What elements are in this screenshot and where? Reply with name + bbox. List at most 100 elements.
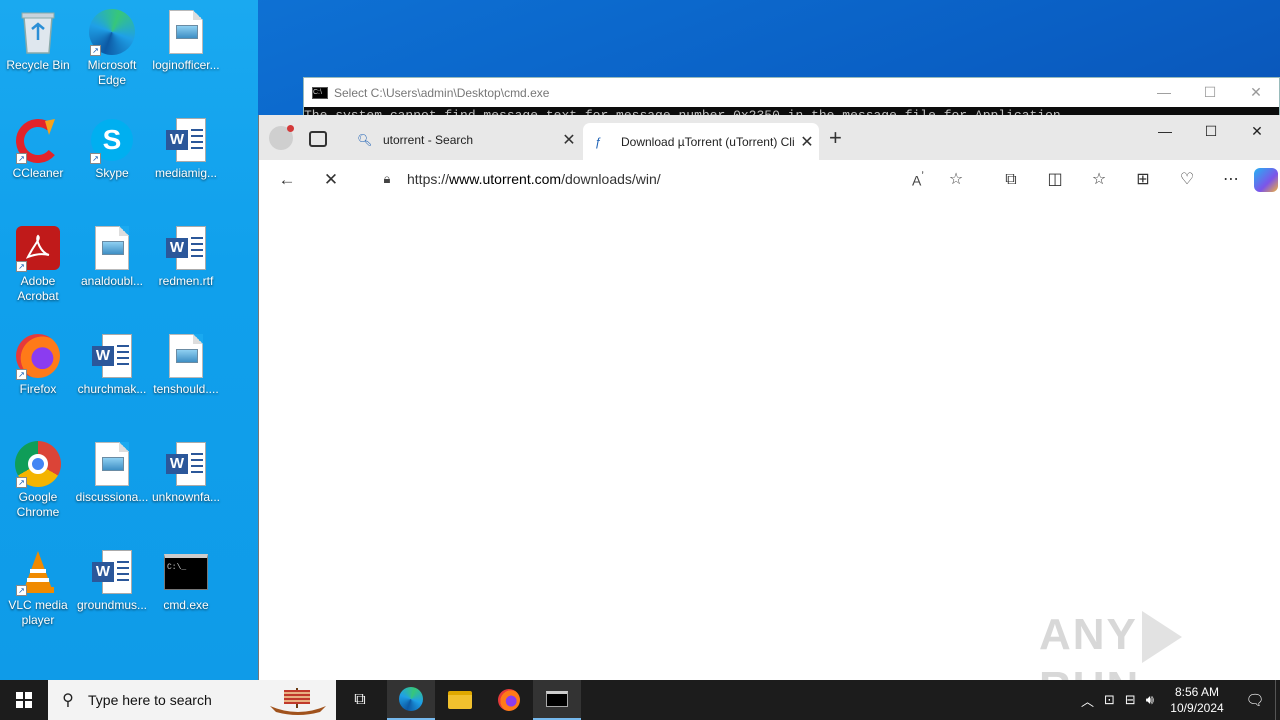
recycle-bin-icon: [14, 8, 62, 56]
search-icon: ⚲: [62, 692, 74, 709]
word-doc-icon: W: [162, 440, 210, 488]
desktop-icon-microsoft-edge[interactable]: ↗ Microsoft Edge: [74, 8, 150, 88]
cmd-minimize-button[interactable]: —: [1141, 78, 1187, 107]
close-button[interactable]: ✕: [1234, 115, 1280, 147]
start-button[interactable]: [0, 680, 48, 720]
desktop-icon-mediamig[interactable]: W mediamig...: [148, 116, 224, 181]
system-tray: ︿ ⊡ ⊟ 🔊︎ 8:56 AM 10/9/2024 🗨︎: [1076, 680, 1280, 720]
taskbar-search-box[interactable]: ⚲ Type here to search: [48, 680, 336, 720]
firefox-icon: [498, 689, 520, 711]
browser-essentials-icon[interactable]: ♡: [1165, 168, 1209, 192]
browser-window-controls: — ☐ ✕: [1142, 115, 1280, 147]
show-desktop-button[interactable]: [1275, 680, 1280, 720]
desktop-icon-churchmak[interactable]: W churchmak...: [74, 332, 150, 397]
new-tab-button[interactable]: +: [829, 125, 842, 151]
word-doc-icon: W: [88, 332, 136, 380]
profile-avatar[interactable]: [269, 125, 294, 150]
tab-title: Download µTorrent (uTorrent) Cli: [621, 134, 795, 149]
taskbar-cmd[interactable]: [533, 680, 581, 720]
image-file-icon: [88, 440, 136, 488]
cmd-icon: [546, 691, 568, 707]
skype-icon: S ↗: [88, 116, 136, 164]
windows-logo-icon: [16, 692, 32, 708]
viking-ship-icon: [270, 688, 326, 715]
page-content: [259, 200, 1280, 680]
desktop-icon-analdoubl[interactable]: analdoubl...: [74, 224, 150, 289]
desktop-icon-loginofficer[interactable]: loginofficer...: [148, 8, 224, 73]
clock-date: 10/9/2024: [1170, 701, 1224, 715]
play-icon: [1141, 611, 1182, 664]
tab-utorrent-download[interactable]: ƒ Download µTorrent (uTorrent) Cli ✕: [583, 123, 819, 160]
lock-icon[interactable]: 🔒︎: [359, 171, 399, 187]
desktop-icon-firefox[interactable]: ↗ Firefox: [0, 332, 76, 397]
taskbar-file-explorer[interactable]: [436, 680, 484, 720]
acrobat-icon: ↗: [14, 224, 62, 272]
desktop-icon-tenshould[interactable]: tenshould....: [148, 332, 224, 397]
url-text[interactable]: https://www.utorrent.com/downloads/win/: [399, 171, 899, 187]
copilot-icon[interactable]: [1254, 168, 1278, 192]
extensions-icon[interactable]: ⧉: [989, 168, 1033, 192]
cmd-close-button[interactable]: ✕: [1233, 78, 1279, 107]
collections-icon[interactable]: ⊞: [1121, 168, 1165, 192]
desktop-icon-vlc[interactable]: ↗ VLC media player: [0, 548, 76, 628]
notification-icon[interactable]: 🗨︎: [1235, 691, 1275, 709]
desktop-icon-groundmus[interactable]: W groundmus...: [74, 548, 150, 613]
close-tab-icon[interactable]: ✕: [557, 130, 581, 150]
folder-icon: [448, 691, 472, 709]
volume-icon[interactable]: 🔊︎: [1141, 692, 1159, 708]
maximize-button[interactable]: ☐: [1188, 115, 1234, 147]
favorite-star-icon[interactable]: ☆: [937, 169, 975, 189]
back-arrow-icon[interactable]: ←: [273, 168, 301, 192]
more-menu-icon[interactable]: ⋯: [1209, 168, 1253, 192]
tab-strip: 🔍︎ utorrent - Search ✕ ƒ Download µTorre…: [259, 115, 1280, 160]
task-view-button[interactable]: ⧉: [336, 680, 384, 720]
network-icon[interactable]: ⊟: [1120, 692, 1141, 708]
word-doc-icon: W: [162, 116, 210, 164]
image-file-icon: [162, 8, 210, 56]
split-screen-icon[interactable]: ◫: [1033, 168, 1077, 192]
desktop-icon-ccleaner[interactable]: ↗ CCleaner: [0, 116, 76, 181]
cmd-titlebar[interactable]: C:\ Select C:\Users\admin\Desktop\cmd.ex…: [304, 78, 1279, 107]
cmd-maximize-button[interactable]: ☐: [1187, 78, 1233, 107]
tab-utorrent-search[interactable]: 🔍︎ utorrent - Search ✕: [345, 123, 581, 156]
vlc-icon: ↗: [14, 548, 62, 596]
minimize-button[interactable]: —: [1142, 115, 1188, 147]
cmd-window-controls: — ☐ ✕: [1141, 78, 1279, 107]
tab-title: utorrent - Search: [383, 132, 474, 147]
browser-toolbar: ← ✕ 🔒︎ https://www.utorrent.com/download…: [259, 160, 1280, 200]
taskbar-edge[interactable]: [387, 680, 435, 720]
search-icon: 🔍︎: [357, 132, 373, 147]
desktop-icon-cmd[interactable]: C:\_ cmd.exe: [148, 548, 224, 613]
firefox-icon: ↗: [14, 332, 62, 380]
desktop-icon-discussiona[interactable]: discussiona...: [74, 440, 150, 505]
desktop-icon-skype[interactable]: S ↗ Skype: [74, 116, 150, 181]
taskbar-firefox[interactable]: [485, 680, 533, 720]
desktop-icon-recycle-bin[interactable]: Recycle Bin: [0, 8, 76, 73]
edge-icon: [399, 687, 423, 711]
utorrent-icon: ƒ: [595, 134, 602, 149]
cmd-icon: C:\_: [162, 548, 210, 596]
image-file-icon: [88, 224, 136, 272]
favorites-icon[interactable]: ☆: [1077, 168, 1121, 192]
desktop-icon-redmen[interactable]: W redmen.rtf: [148, 224, 224, 289]
chrome-icon: ↗: [14, 440, 62, 488]
show-hidden-icons-chevron-icon[interactable]: ︿: [1076, 691, 1099, 710]
device-icon[interactable]: ⊡: [1099, 692, 1120, 708]
read-aloud-icon[interactable]: Aʼ: [899, 170, 937, 189]
desktop-icons: Recycle Bin ↗ CCleaner ↗ Adobe Acrobat ↗…: [0, 0, 258, 680]
desktop-icon-adobe-acrobat[interactable]: ↗ Adobe Acrobat: [0, 224, 76, 304]
edge-browser-window: 🔍︎ utorrent - Search ✕ ƒ Download µTorre…: [258, 115, 1280, 712]
clock-time: 8:56 AM: [1174, 685, 1220, 699]
clock[interactable]: 8:56 AM 10/9/2024: [1159, 684, 1235, 716]
desktop-icon-unknownfa[interactable]: W unknownfa...: [148, 440, 224, 505]
edge-icon: ↗: [88, 8, 136, 56]
cmd-window-icon: C:\: [312, 86, 328, 99]
address-bar[interactable]: 🔒︎ https://www.utorrent.com/downloads/wi…: [359, 163, 975, 195]
close-tab-icon[interactable]: ✕: [795, 132, 819, 152]
desktop-icon-google-chrome[interactable]: ↗ Google Chrome: [0, 440, 76, 520]
taskbar: ⚲ Type here to search ⧉ ︿ ⊡ ⊟ 🔊︎ 8:56 AM…: [0, 680, 1280, 720]
toolbar-actions: ⧉ ◫ ☆ ⊞ ♡ ⋯: [989, 168, 1253, 192]
stop-loading-icon[interactable]: ✕: [317, 168, 345, 192]
word-doc-icon: W: [88, 548, 136, 596]
tab-actions-icon[interactable]: [309, 131, 327, 147]
